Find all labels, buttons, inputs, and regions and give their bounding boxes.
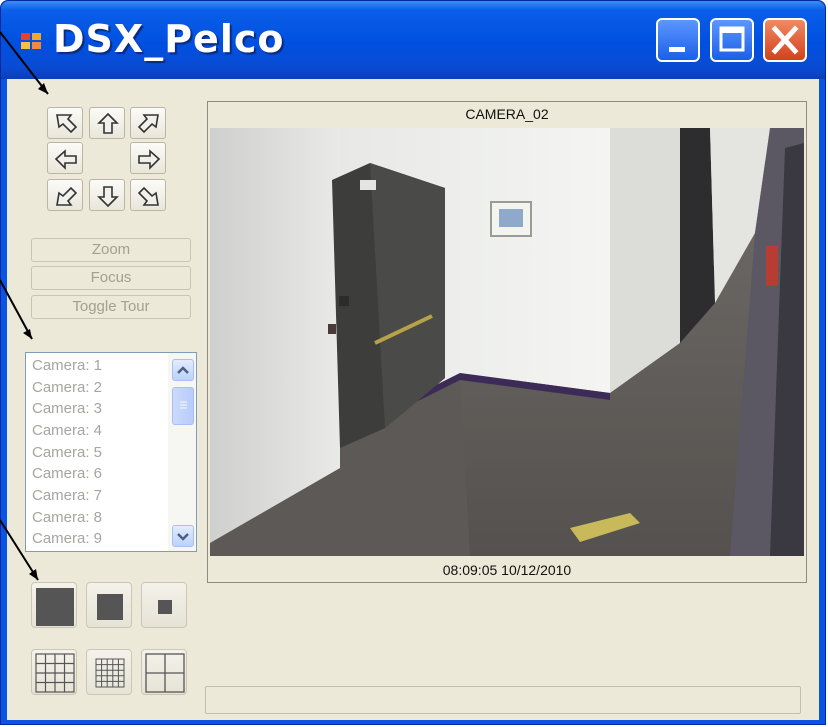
annotation-arrowhead [23, 329, 32, 339]
annotation-arrowhead [29, 569, 38, 580]
annotation-arrow-line [0, 279, 33, 340]
annotation-arrows [0, 31, 49, 581]
annotation-arrow-line [0, 31, 49, 95]
annotation-arrow-line [0, 519, 39, 581]
